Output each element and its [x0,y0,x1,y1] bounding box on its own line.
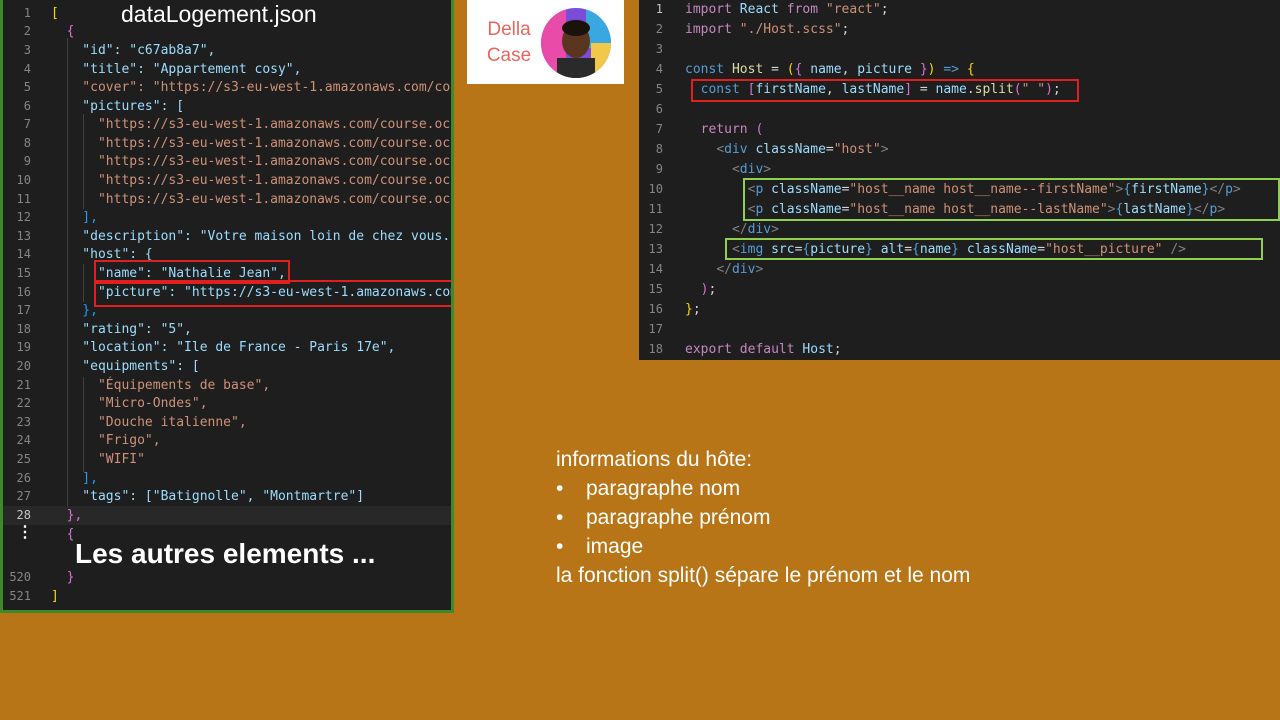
bullet-icon: • [556,535,564,558]
code-line: 22 "Micro-Ondes", [16,396,208,411]
logo-text-line2: Case [486,45,532,66]
code-line: 21 "Équipements de base", [16,378,271,393]
split-line-highlight [691,79,1079,102]
code-line: 18 "rating": "5", [16,322,192,337]
code-line: 10 "https://s3-eu-west-1.amazonaws.com/c… [16,173,454,188]
code-line: 521] [9,589,59,604]
paragraphs-highlight [743,178,1280,221]
code-line: 4 const Host = ({ name, picture }) => { [655,62,975,77]
other-elements-label: Les autres elements ... [75,538,376,569]
json-editor-pane: 1[ 2 { 3 "id": "c67ab8a7", 4 "title": "A… [0,0,454,613]
code-line: 7 "https://s3-eu-west-1.amazonaws.com/co… [23,117,454,132]
bullet-item: • image [556,532,970,561]
explanation-notes: informations du hôte: • paragraphe nom • p… [556,445,970,590]
code-line: 6 "pictures": [ [23,99,185,114]
code-line-active: 28 }, [3,506,451,525]
code-line: 3 [655,42,663,56]
bullet-icon: • [556,477,564,500]
code-line: 15 ); [648,282,717,297]
della-case-logo: Della Case [467,0,624,84]
code-line: 19 "location": "Ile de France - Paris 17… [16,340,396,355]
code-line: 2 import "./Host.scss"; [655,22,850,37]
code-line: 12 ], [16,210,98,225]
code-line: 9 "https://s3-eu-west-1.amazonaws.com/co… [23,154,454,169]
code-line: 520 } [9,570,75,585]
vertical-ellipsis-icon: ⋮ [17,524,33,541]
code-line: 13 "description": "Votre maison loin de … [16,229,451,244]
notes-footer: la fonction split() sépare le prénom et … [556,564,971,587]
bullet-icon: • [556,506,564,529]
code-line: 8 <div className="host"> [655,142,889,157]
code-line: 16}; [648,302,701,317]
img-tag-highlight [725,238,1263,260]
react-editor-pane: 1 import React from "react"; 2 import "./H… [639,0,1280,360]
bullet-item: • paragraphe nom [556,474,970,503]
code-line: 23 "Douche italienne", [16,415,247,430]
code-line: 1 import React from "react"; [655,2,889,17]
code-line: 26 ], [16,471,98,486]
code-line: 8 "https://s3-eu-west-1.amazonaws.com/co… [23,136,454,151]
code-line: 9 <div> [655,162,772,177]
logo-text-line1: Della [487,19,531,40]
code-line: 5 "cover": "https://s3-eu-west-1.amazona… [23,80,454,95]
code-line: 6 [655,102,663,116]
code-line: 14 </div> [648,262,764,277]
avatar [541,8,611,78]
code-line: 11 "https://s3-eu-west-1.amazonaws.com/c… [16,192,454,207]
code-line: 17 [648,322,663,336]
bullet-item: • paragraphe prénom [556,503,970,532]
json-file-title: dataLogement.json [121,0,317,28]
code-line: 27 "tags": ["Batignolle", "Montmartre"] [16,489,365,504]
code-line: 4 "title": "Appartement cosy", [23,62,302,77]
code-line: 18 export default Host; [648,342,842,357]
picture-field-highlight [94,280,451,307]
code-line: 7 return ( [655,122,764,137]
notes-heading: informations du hôte: [556,448,753,471]
code-line: 12 </div> [648,222,779,237]
code-line: 24 "Frigo", [16,433,161,448]
code-line: 25 "WIFI" [16,452,145,467]
code-line: 3 "id": "c67ab8a7", [23,43,216,58]
code-line: 20 "equipments": [ [16,359,200,374]
